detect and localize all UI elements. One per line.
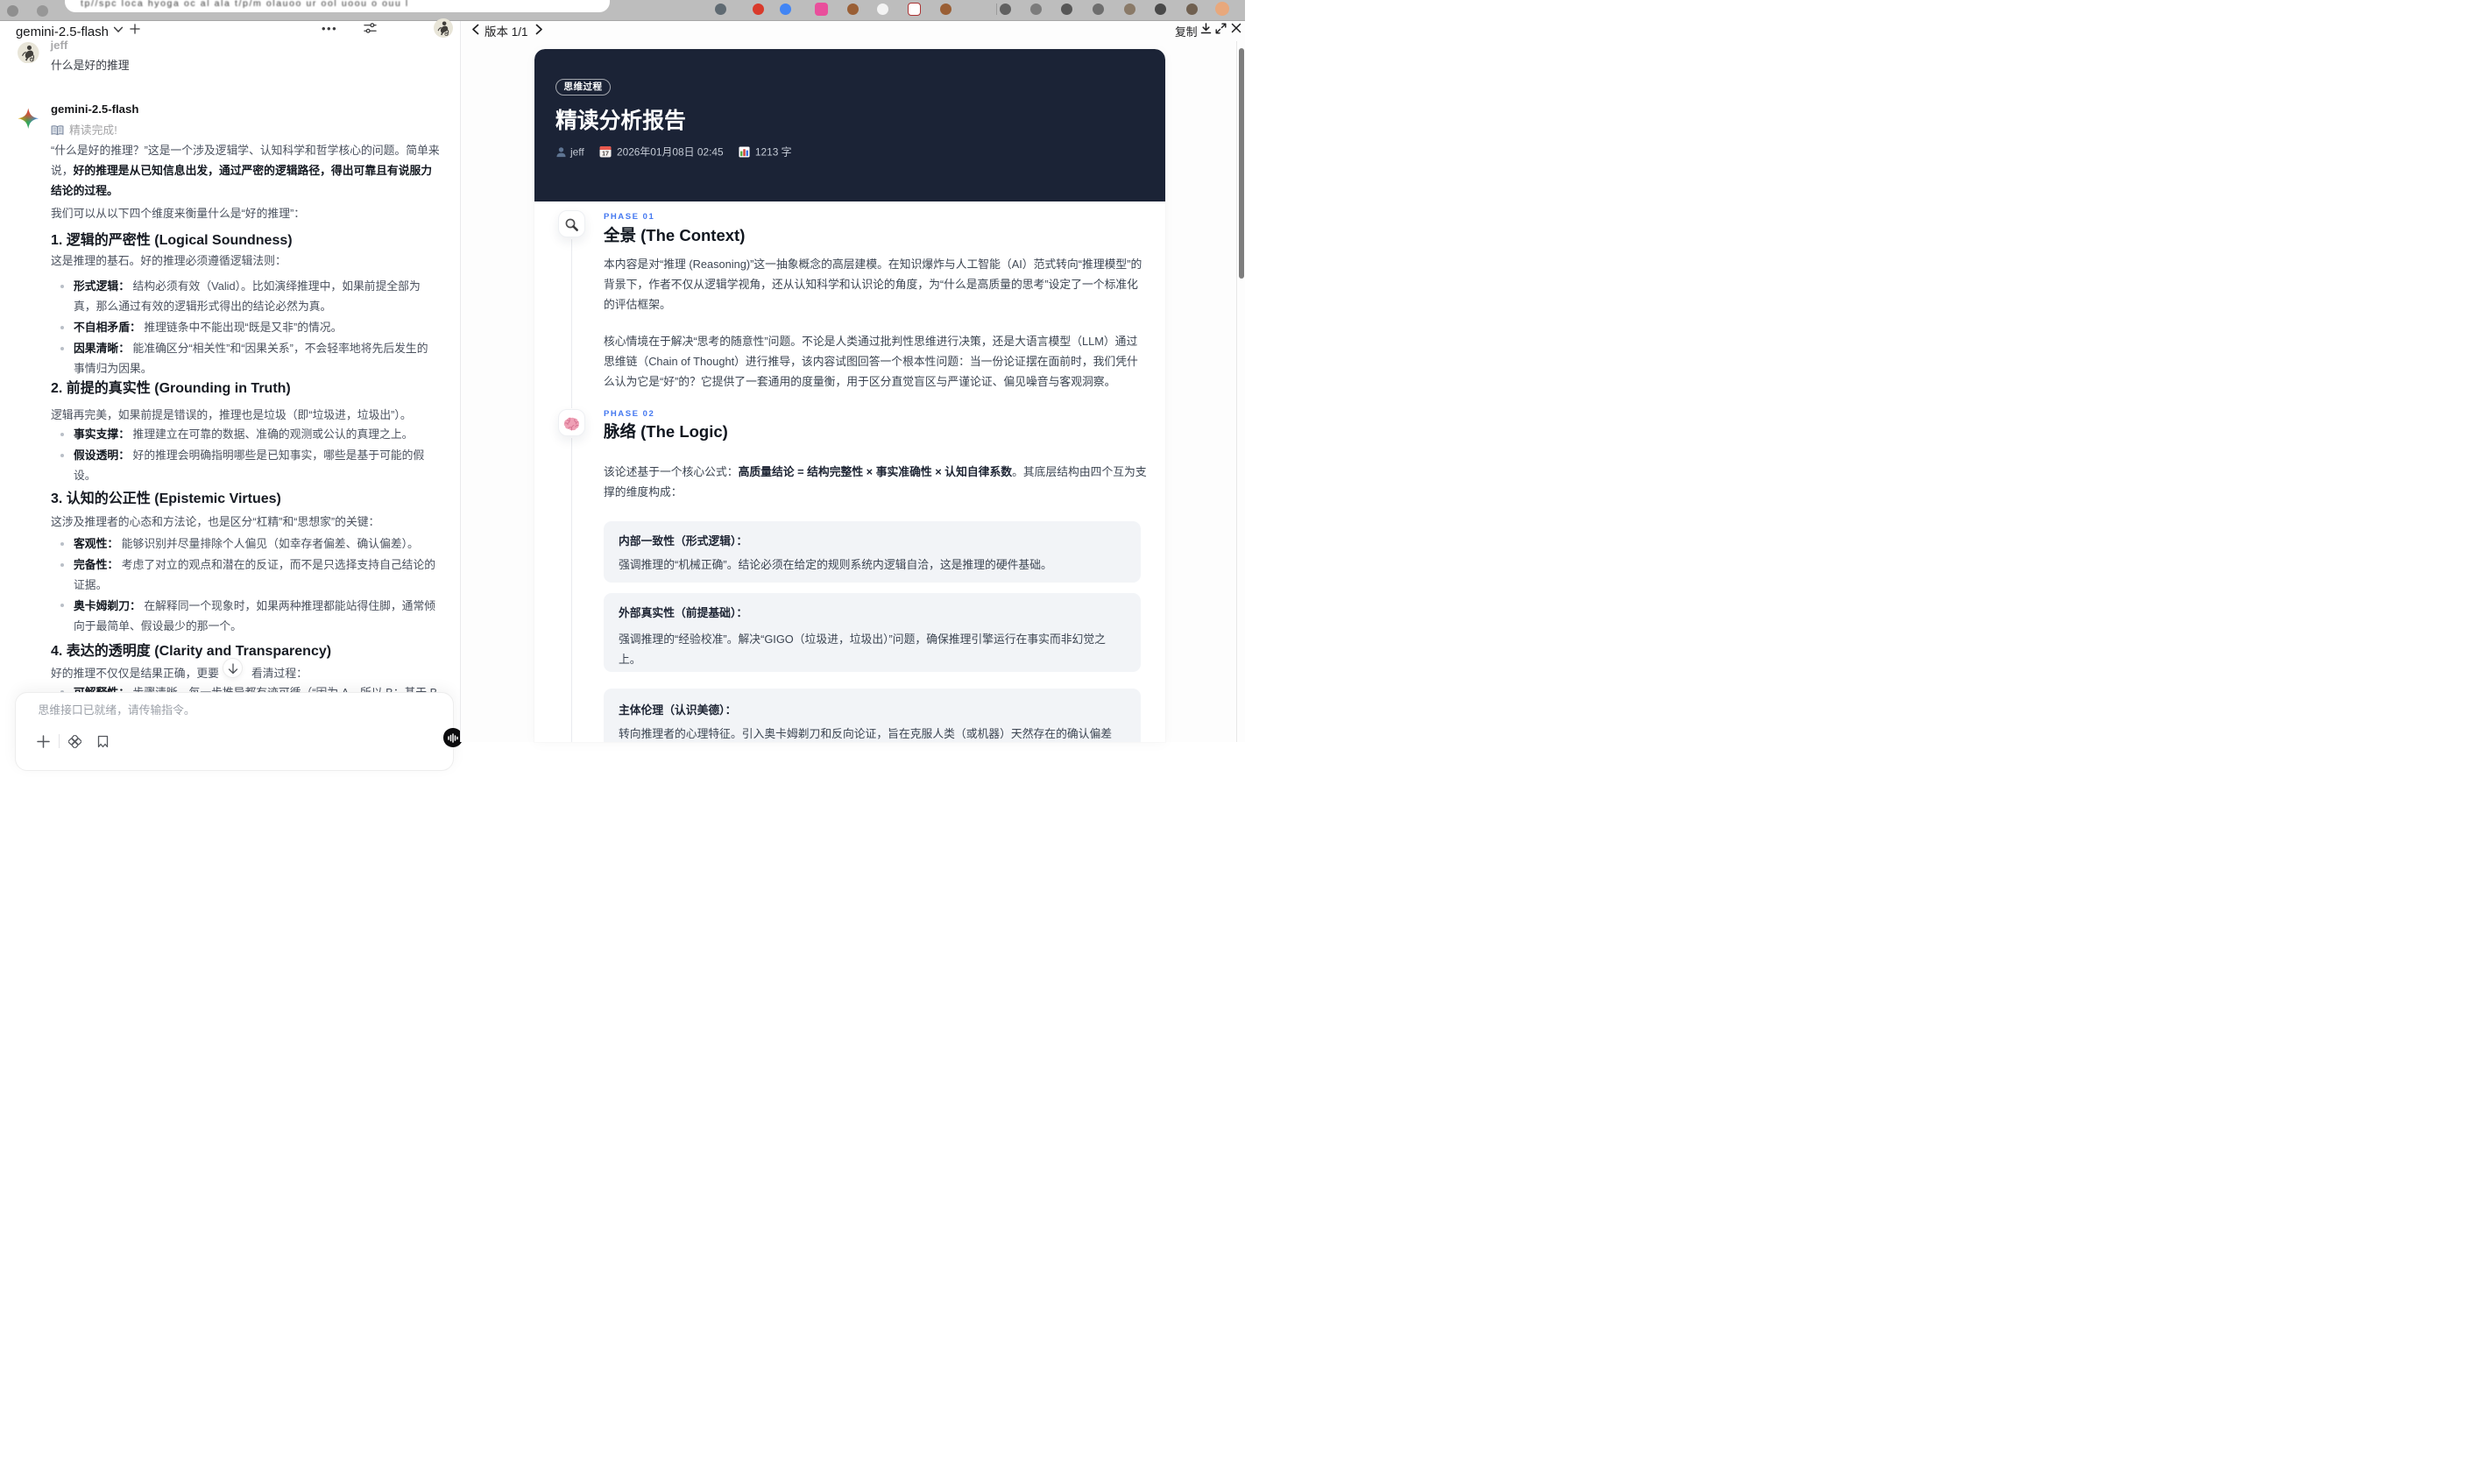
svg-text:17: 17 [602, 152, 609, 158]
